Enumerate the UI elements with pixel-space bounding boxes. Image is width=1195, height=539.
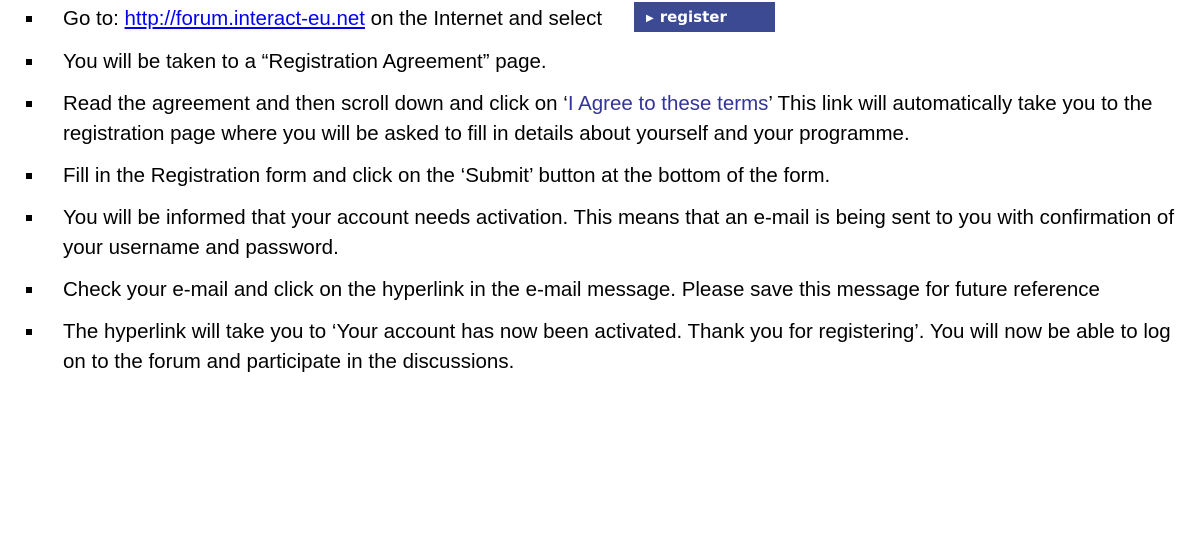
- square-bullet-icon: [26, 58, 32, 65]
- item-text: You will be informed that your account n…: [63, 205, 1175, 259]
- square-bullet-icon: [26, 214, 32, 221]
- square-bullet-icon: [26, 100, 32, 107]
- agree-terms-link[interactable]: I Agree to these terms: [568, 92, 769, 115]
- list-item: Check your e-mail and click on the hyper…: [0, 275, 1195, 305]
- document-page: Go to: http://forum.interact-eu.net on t…: [0, 0, 1195, 539]
- list-item: Read the agreement and then scroll down …: [0, 89, 1195, 149]
- register-button[interactable]: ▶ register: [634, 1, 776, 32]
- item-text: The hyperlink will take you to ‘Your acc…: [63, 319, 1171, 373]
- list-item: You will be informed that your account n…: [0, 203, 1195, 263]
- item-text: Fill in the Registration form and click …: [63, 163, 831, 187]
- square-bullet-icon: [26, 328, 32, 335]
- forum-link[interactable]: http://forum.interact-eu.net: [125, 7, 365, 30]
- item-text-prefix: Read the agreement and then scroll down …: [63, 91, 568, 115]
- triangle-right-icon: ▶: [646, 12, 654, 24]
- square-bullet-icon: [26, 172, 32, 179]
- item-text-prefix: Go to:: [63, 7, 125, 30]
- list-item: Fill in the Registration form and click …: [0, 161, 1195, 191]
- square-bullet-icon: [26, 286, 32, 293]
- item-text: Check your e-mail and click on the hyper…: [63, 277, 1100, 301]
- list-item: The hyperlink will take you to ‘Your acc…: [0, 317, 1195, 377]
- item-text-suffix: on the Internet and select: [364, 7, 603, 30]
- register-button-label: register: [659, 7, 727, 26]
- item-text: You will be taken to a “Registration Agr…: [63, 49, 547, 73]
- list-item: Go to: http://forum.interact-eu.net on t…: [0, 1, 1195, 35]
- instruction-list: Go to: http://forum.interact-eu.net on t…: [0, 1, 1195, 377]
- square-bullet-icon: [26, 16, 32, 22]
- list-item: You will be taken to a “Registration Agr…: [0, 47, 1195, 77]
